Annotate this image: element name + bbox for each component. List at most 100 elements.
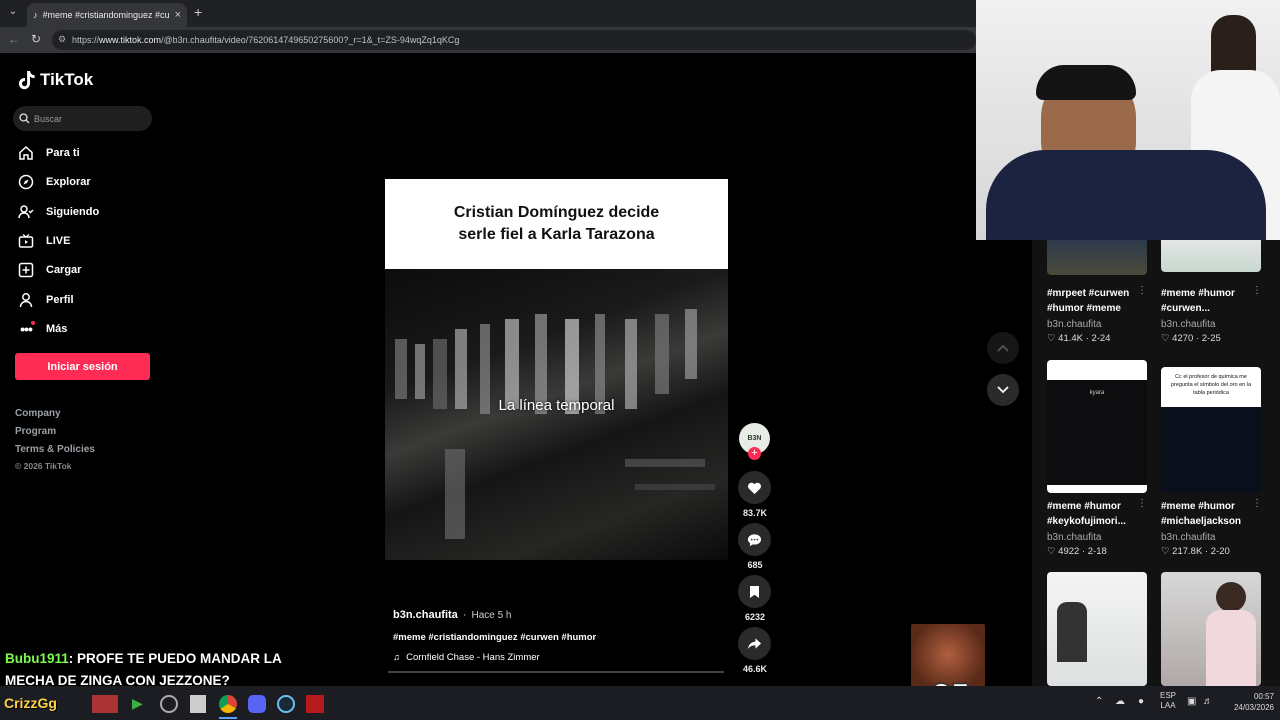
taskbar-app-icon[interactable] bbox=[160, 695, 178, 713]
thumb-bottom-bar bbox=[1047, 485, 1147, 493]
volume-icon[interactable]: ♬ bbox=[1203, 696, 1213, 707]
network-icon[interactable]: ▣ bbox=[1187, 696, 1196, 707]
new-tab-icon[interactable]: + bbox=[194, 4, 202, 20]
like-button[interactable] bbox=[738, 471, 771, 504]
related-user[interactable]: b3n.chaufita bbox=[1047, 319, 1102, 330]
reload-icon[interactable]: ↻ bbox=[31, 32, 41, 46]
back-icon[interactable]: ← bbox=[8, 32, 20, 46]
related-likes: 41.4K bbox=[1058, 333, 1083, 344]
video-hashtags[interactable]: #meme #cristiandominguez #curwen #humor bbox=[393, 632, 596, 643]
browser-tab[interactable]: ♪ #meme #cristiandominguez #curw × bbox=[27, 3, 187, 27]
login-button[interactable]: Iniciar sesión bbox=[15, 353, 150, 380]
heart-outline-icon: ♡ bbox=[1047, 546, 1056, 557]
related-user[interactable]: b3n.chaufita bbox=[1161, 319, 1216, 330]
footer-link-company[interactable]: Company bbox=[15, 408, 61, 419]
nav-label: Para ti bbox=[46, 147, 80, 159]
clock-date: 24/03/2026 bbox=[1233, 703, 1274, 712]
author-name[interactable]: b3n.chaufita bbox=[393, 609, 458, 621]
video-overlay-text: La línea temporal bbox=[498, 397, 615, 414]
tray-chevron-up-icon[interactable]: ⌃ bbox=[1095, 696, 1103, 707]
comment-button[interactable] bbox=[738, 523, 771, 556]
address-bar[interactable]: ⚙ https://www.tiktok.com/@b3n.chaufita/v… bbox=[52, 30, 976, 50]
previous-video-button[interactable] bbox=[987, 332, 1019, 364]
comment-count: 685 bbox=[747, 560, 763, 570]
home-icon bbox=[18, 145, 34, 161]
save-button[interactable] bbox=[738, 575, 771, 608]
related-date: 2-20 bbox=[1210, 546, 1230, 557]
share-icon bbox=[747, 638, 762, 650]
related-thumb-3[interactable]: kyara bbox=[1047, 360, 1147, 493]
language-indicator[interactable]: ESP LAA bbox=[1160, 691, 1176, 711]
microphone-icon[interactable]: ● bbox=[1138, 696, 1144, 707]
next-video-button[interactable] bbox=[987, 374, 1019, 406]
related-title[interactable]: #mrpeet #curwen #humor #meme bbox=[1047, 286, 1147, 316]
related-title[interactable]: #meme #humor #curwen... bbox=[1161, 286, 1261, 316]
related-thumb-6[interactable] bbox=[1161, 572, 1261, 686]
related-thumb-4[interactable]: Cc el profesor de química me pregunta el… bbox=[1161, 367, 1261, 493]
site-info-icon[interactable]: ⚙ bbox=[58, 34, 66, 45]
share-button[interactable] bbox=[738, 627, 771, 660]
nav-item-explorar[interactable]: Explorar bbox=[18, 170, 91, 194]
thumb-figure bbox=[1057, 602, 1087, 662]
nav-item-cargar[interactable]: Cargar bbox=[18, 258, 81, 282]
music-note-icon: ♫ bbox=[393, 652, 401, 663]
chrome-icon[interactable] bbox=[219, 695, 237, 713]
like-count: 83.7K bbox=[742, 508, 768, 518]
discord-icon[interactable] bbox=[248, 695, 266, 713]
music-title: Cornfield Chase - Hans Zimmer bbox=[406, 652, 540, 663]
more-options-icon[interactable]: ⋮ bbox=[1137, 498, 1147, 509]
footer-link-program[interactable]: Program bbox=[15, 426, 56, 437]
steam-icon[interactable] bbox=[277, 695, 295, 713]
related-date: 2-24 bbox=[1091, 333, 1111, 344]
related-thumb-5[interactable] bbox=[1047, 572, 1147, 686]
dota-icon[interactable] bbox=[306, 695, 324, 713]
nav-label: Más bbox=[46, 323, 68, 335]
tiktok-logo[interactable]: TikTok bbox=[18, 70, 93, 90]
related-title[interactable]: #meme #humor #keykofujimori... bbox=[1047, 499, 1147, 529]
nav-item-para-ti[interactable]: Para ti bbox=[18, 141, 80, 165]
browser-tab-bar: ⌄ ♪ #meme #cristiandominguez #curw × + bbox=[0, 0, 976, 27]
language-code: ESP bbox=[1160, 691, 1177, 700]
heart-icon bbox=[748, 482, 761, 494]
related-title[interactable]: #meme #humor #michaeljackson bbox=[1161, 499, 1261, 529]
nav-label: Cargar bbox=[46, 264, 82, 276]
related-thumb-1[interactable] bbox=[1047, 235, 1147, 275]
tray-app-icon[interactable]: ☁ bbox=[1115, 696, 1125, 707]
footer-link-terms[interactable]: Terms & Policies bbox=[15, 444, 95, 455]
nav-item-live[interactable]: LIVE bbox=[18, 229, 70, 253]
search-placeholder: Buscar bbox=[34, 113, 63, 124]
video-progress-bar[interactable] bbox=[388, 671, 724, 673]
taskbar-play-icon[interactable]: ▶ bbox=[132, 695, 143, 712]
follow-plus-icon[interactable]: + bbox=[748, 447, 761, 460]
related-stats: ♡ 217.8K · 2-20 bbox=[1161, 546, 1230, 557]
more-options-icon[interactable]: ⋮ bbox=[1252, 498, 1262, 509]
comment-icon bbox=[747, 533, 762, 546]
video-frame[interactable]: La línea temporal bbox=[385, 269, 728, 560]
close-tab-icon[interactable]: × bbox=[175, 9, 181, 21]
more-options-icon[interactable]: ⋮ bbox=[1137, 285, 1147, 296]
clock[interactable]: 00:57 24/03/2026 bbox=[1222, 691, 1274, 713]
related-user[interactable]: b3n.chaufita bbox=[1047, 532, 1102, 543]
taskbar-app-icon[interactable] bbox=[92, 695, 118, 713]
profile-icon bbox=[18, 292, 34, 308]
tab-list-chevron-icon[interactable]: ⌄ bbox=[6, 6, 20, 20]
related-thumb-2[interactable] bbox=[1161, 235, 1261, 272]
caption-line-1: Cristian Domínguez decide bbox=[453, 204, 660, 221]
more-options-icon[interactable]: ⋮ bbox=[1252, 285, 1262, 296]
video-music[interactable]: ♫ Cornfield Chase - Hans Zimmer bbox=[393, 652, 540, 663]
related-likes: 4922 bbox=[1058, 546, 1080, 557]
webcam-person-shirt bbox=[986, 150, 1266, 240]
nav-item-perfil[interactable]: Perfil bbox=[18, 288, 74, 312]
nav-item-siguiendo[interactable]: Siguiendo bbox=[18, 200, 99, 224]
nav-label: Perfil bbox=[46, 294, 74, 306]
nav-label: LIVE bbox=[46, 235, 71, 247]
nav-item-mas[interactable]: ••• Más bbox=[18, 317, 67, 341]
thumb-figure-head bbox=[1216, 582, 1246, 612]
active-app-indicator bbox=[219, 717, 237, 719]
related-user[interactable]: b3n.chaufita bbox=[1161, 532, 1216, 543]
webcam-person-hair bbox=[1036, 65, 1136, 100]
search-input[interactable]: Buscar bbox=[13, 106, 152, 131]
logo-text: TikTok bbox=[40, 70, 94, 89]
nav-label: Explorar bbox=[46, 176, 91, 188]
taskbar-app-icon[interactable] bbox=[190, 695, 206, 713]
